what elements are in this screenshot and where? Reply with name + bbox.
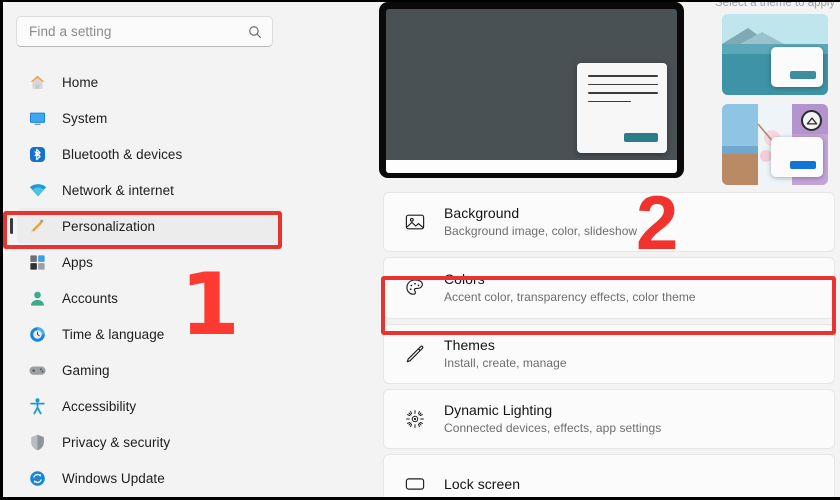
sidebar-item-privacy-security[interactable]: Privacy & security [17, 424, 283, 460]
sidebar-item-home[interactable]: Home [17, 64, 283, 100]
theme-thumbnail-window [771, 47, 823, 87]
sidebar-item-label: Time & language [62, 326, 165, 342]
sidebar-item-label: Accessibility [62, 398, 137, 414]
frame-edge-top [0, 0, 840, 2]
settings-row-text: Dynamic Lighting Connected devices, effe… [444, 402, 661, 436]
lighting-icon [400, 404, 430, 434]
sidebar: Find a setting Home System Bluetooth & d… [3, 2, 375, 498]
sidebar-item-apps[interactable]: Apps [17, 244, 283, 280]
main-content: Select a theme to apply Background Backg… [375, 0, 837, 500]
theme-accent-swatch [790, 71, 816, 79]
sidebar-item-label: Gaming [62, 362, 110, 378]
settings-row-subtitle: Accent color, transparency effects, colo… [444, 290, 696, 304]
preview-window [577, 63, 667, 153]
settings-window: Find a setting Home System Bluetooth & d… [0, 0, 840, 500]
frame-edge-left [0, 0, 3, 500]
annotation-step-1: 1 [180, 255, 240, 355]
theme-thumbnail-2[interactable] [722, 104, 828, 185]
preview-taskbar [386, 160, 677, 173]
sidebar-item-label: Network & internet [62, 182, 174, 198]
sidebar-item-label: Accounts [62, 290, 118, 306]
sidebar-item-label: System [62, 110, 108, 126]
monitor-icon [27, 108, 48, 129]
person-icon [27, 288, 48, 309]
search-placeholder: Find a setting [29, 24, 112, 39]
settings-row-subtitle: Background image, color, slideshow [444, 224, 638, 238]
settings-row-text: Lock screen [444, 476, 520, 493]
settings-row-background[interactable]: Background Background image, color, slid… [383, 192, 835, 252]
update-icon [27, 468, 48, 489]
apps-icon [27, 252, 48, 273]
settings-list: Background Background image, color, slid… [383, 192, 835, 500]
sidebar-item-bluetooth-devices[interactable]: Bluetooth & devices [17, 136, 283, 172]
sidebar-item-personalization[interactable]: Personalization [10, 208, 283, 244]
settings-row-title: Dynamic Lighting [444, 402, 553, 418]
theme-accent-swatch [790, 161, 816, 169]
settings-row-title: Themes [444, 337, 495, 353]
accessibility-icon [27, 396, 48, 417]
wifi-icon [27, 180, 48, 201]
settings-row-text: Colors Accent color, transparency effect… [444, 271, 696, 305]
settings-row-title: Colors [444, 271, 485, 287]
palette-icon [400, 273, 430, 303]
theme-thumbnail-window [771, 137, 823, 177]
settings-row-lock-screen[interactable]: Lock screen [383, 454, 835, 500]
theme-thumbnail-1[interactable] [722, 14, 828, 95]
sidebar-item-time-language[interactable]: Time & language [17, 316, 283, 352]
preview-desktop [386, 9, 677, 173]
preview-accent-button [624, 133, 658, 142]
image-icon [400, 207, 430, 237]
settings-row-subtitle: Connected devices, effects, app settings [444, 421, 662, 435]
search-input[interactable]: Find a setting [16, 16, 273, 47]
home-icon [27, 72, 48, 93]
shield-icon [27, 432, 48, 453]
sidebar-item-gaming[interactable]: Gaming [17, 352, 283, 388]
sidebar-item-accessibility[interactable]: Accessibility [17, 388, 283, 424]
settings-row-dynamic-lighting[interactable]: Dynamic Lighting Connected devices, effe… [383, 389, 835, 449]
search-icon [249, 25, 262, 38]
preview-window-lines [588, 75, 658, 109]
sidebar-item-accounts[interactable]: Accounts [17, 280, 283, 316]
brush-icon [400, 339, 430, 369]
paintbrush-icon [27, 216, 48, 237]
annotation-step-2: 2 [636, 181, 679, 266]
sidebar-item-windows-update[interactable]: Windows Update [17, 460, 283, 496]
clock-icon [27, 324, 48, 345]
lockscreen-icon [400, 469, 430, 499]
theme-badge-icon [801, 110, 822, 131]
sidebar-item-label: Bluetooth & devices [62, 146, 183, 162]
gamepad-icon [27, 360, 48, 381]
sidebar-item-label: Personalization [62, 218, 156, 234]
sidebar-item-label: Apps [62, 254, 93, 270]
sidebar-item-label: Home [62, 74, 99, 90]
sidebar-nav: Home System Bluetooth & devices Network … [3, 64, 293, 496]
settings-row-colors[interactable]: Colors Accent color, transparency effect… [383, 257, 835, 319]
bluetooth-icon [27, 144, 48, 165]
settings-row-title: Background [444, 205, 520, 221]
sidebar-item-label: Privacy & security [62, 434, 171, 450]
sidebar-item-label: Windows Update [62, 470, 165, 486]
sidebar-item-network-internet[interactable]: Network & internet [17, 172, 283, 208]
settings-row-title: Lock screen [444, 475, 521, 492]
theme-preview [379, 2, 684, 178]
settings-row-text: Themes Install, create, manage [444, 337, 567, 371]
settings-row-subtitle: Install, create, manage [444, 356, 567, 370]
settings-row-text: Background Background image, color, slid… [444, 205, 637, 239]
sidebar-item-system[interactable]: System [17, 100, 283, 136]
settings-row-themes[interactable]: Themes Install, create, manage [383, 324, 835, 384]
